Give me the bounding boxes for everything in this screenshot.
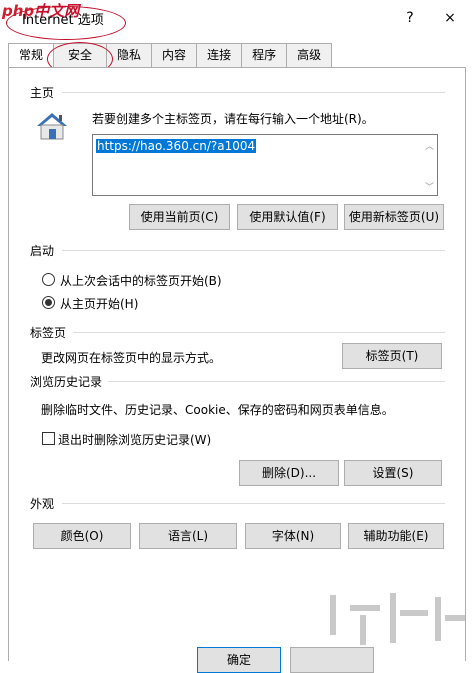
fonts-button[interactable]: 字体(N) [245,523,341,549]
home-divider [62,92,445,93]
startup-option1-label: 从上次会话中的标签页开始(B) [60,274,222,288]
tab-programs[interactable]: 程序 [241,43,288,67]
history-divider [108,381,445,382]
accessibility-button[interactable]: 辅助功能(E) [348,523,444,549]
startup-radio-home-page[interactable] [42,296,55,309]
scroll-up-icon[interactable]: ︿ [425,139,434,152]
delete-on-exit-label: 退出时删除浏览历史记录(W) [58,433,212,447]
use-new-tab-button[interactable]: 使用新标签页(U) [344,204,444,230]
use-current-button[interactable]: 使用当前页(C) [129,204,230,230]
home-page-textarea[interactable]: https://hao.360.cn/?a1004 ︿ ﹀ [92,134,438,196]
home-icon [37,113,67,140]
delete-history-button[interactable]: 删除(D)... [239,460,339,486]
tabs-section-label: 标签页 [30,326,67,340]
home-url-text: https://hao.360.cn/?a1004 [96,139,257,153]
delete-on-exit-checkbox[interactable] [42,432,55,445]
highlight-oval-title [6,6,126,40]
startup-radio-last-session[interactable] [42,273,55,286]
history-settings-button[interactable]: 设置(S) [344,460,442,486]
startup-option2-label: 从主页开始(H) [60,297,139,311]
appearance-section-label: 外观 [30,497,55,511]
help-button[interactable]: ? [398,8,422,28]
history-description: 删除临时文件、历史记录、Cookie、保存的密码和网页表单信息。 [41,403,394,417]
watermark-graphic [330,593,465,645]
ok-button[interactable]: 确定 [197,647,281,673]
use-default-button[interactable]: 使用默认值(F) [237,204,338,230]
tab-advanced[interactable]: 高级 [286,43,333,67]
tabs-description: 更改网页在标签页中的显示方式。 [41,351,222,365]
tabs-button[interactable]: 标签页(T) [342,343,442,369]
appearance-divider [62,503,445,504]
colors-button[interactable]: 颜色(O) [33,523,131,549]
tabs-divider [73,332,445,333]
textarea-scrollbar[interactable]: ︿ ﹀ [423,135,437,195]
home-hint: 若要创建多个主标签页，请在每行输入一个地址(R)。 [92,112,374,126]
close-button[interactable]: × [438,8,462,28]
startup-divider [62,250,445,251]
home-section-label: 主页 [30,86,55,100]
startup-section-label: 启动 [30,244,55,258]
scroll-down-icon[interactable]: ﹀ [425,180,434,193]
history-section-label: 浏览历史记录 [30,375,103,389]
tab-connections[interactable]: 连接 [196,43,243,67]
tab-content[interactable]: 内容 [151,43,198,67]
tab-privacy[interactable]: 隐私 [106,43,153,67]
languages-button[interactable]: 语言(L) [139,523,237,549]
